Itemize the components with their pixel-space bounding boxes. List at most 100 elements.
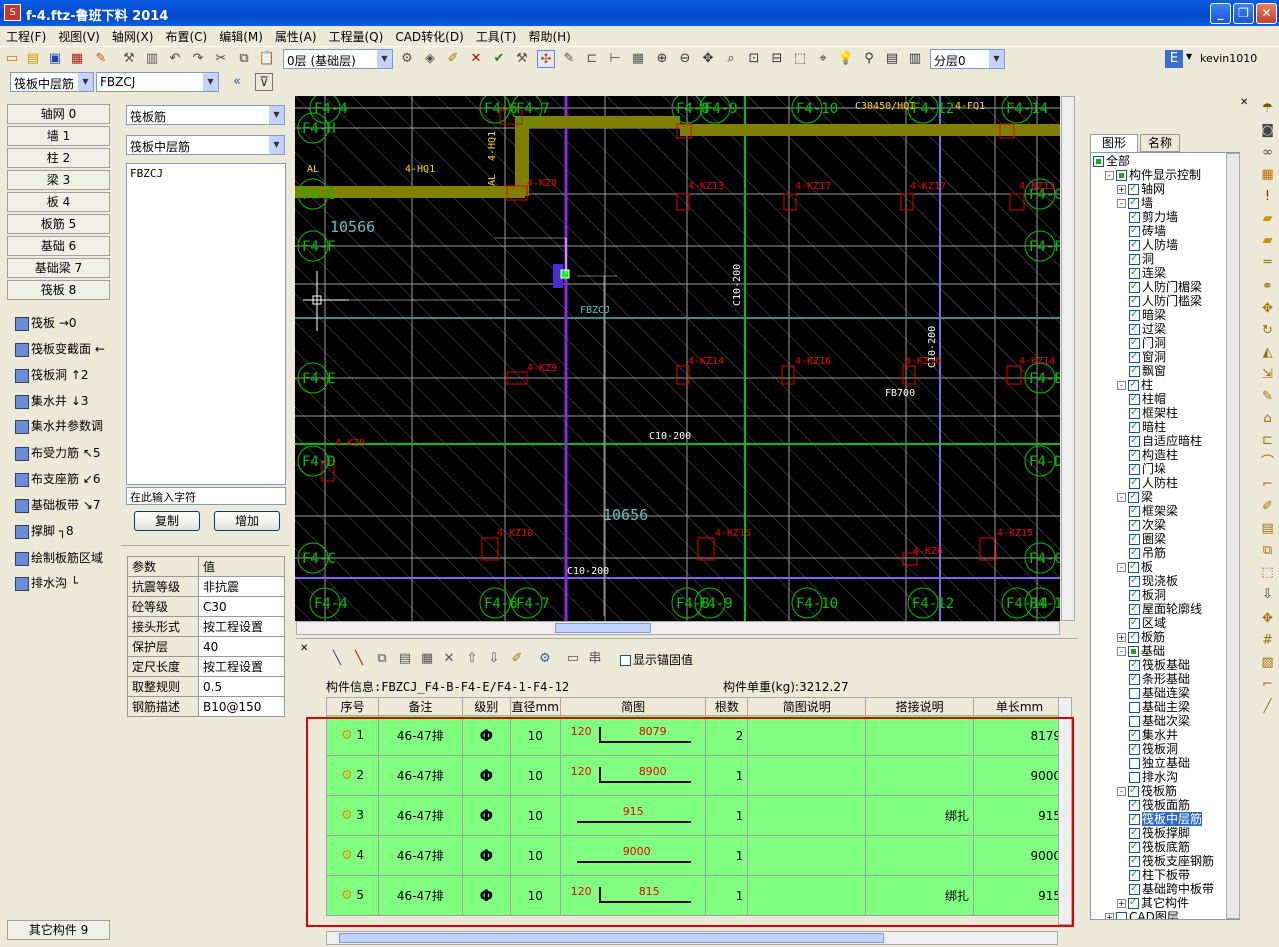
- grade-cell[interactable]: Φ: [461, 715, 511, 756]
- visibility-checkbox[interactable]: [1128, 630, 1139, 644]
- dim-icon[interactable]: ⊢: [606, 50, 624, 68]
- tree-node-label[interactable]: 吊筋: [1142, 546, 1166, 560]
- tree-node[interactable]: 门洞: [1129, 336, 1166, 350]
- tree-node-label[interactable]: 筏板底筋: [1142, 840, 1190, 854]
- column-header[interactable]: 级别: [461, 697, 511, 716]
- note-cell[interactable]: 46-47排: [377, 835, 463, 876]
- tree-node-label[interactable]: 暗梁: [1142, 308, 1166, 322]
- lap-cell[interactable]: 绑扎: [865, 875, 975, 916]
- count-cell[interactable]: 1: [705, 755, 749, 796]
- category-button[interactable]: 基础梁 7: [7, 258, 110, 278]
- mirror-icon[interactable]: ◭: [1259, 344, 1276, 361]
- raft-tool-item[interactable]: 集水井 ↓3: [15, 390, 89, 412]
- tree-node[interactable]: 砖墙: [1129, 224, 1166, 238]
- tree-node[interactable]: - 构件显示控制: [1105, 168, 1201, 182]
- tree-node[interactable]: 基础主梁: [1129, 700, 1190, 714]
- menu-item[interactable]: 帮助(H): [522, 26, 576, 47]
- visibility-checkbox[interactable]: [1129, 280, 1140, 294]
- visibility-checkbox[interactable]: [1129, 224, 1140, 238]
- tree-node-label[interactable]: 门垛: [1142, 462, 1166, 476]
- stretch-icon[interactable]: ✎: [1259, 388, 1276, 405]
- shape-desc-cell[interactable]: [747, 755, 867, 796]
- tree-node-label[interactable]: 人防门槛梁: [1142, 294, 1202, 308]
- category-select[interactable]: 筏板筋: [126, 105, 285, 125]
- row-number-cell[interactable]: ⚙ 5: [326, 875, 379, 916]
- tree-node[interactable]: 基础次梁: [1129, 714, 1190, 728]
- unit-length-cell[interactable]: 9000: [973, 835, 1066, 876]
- tree-node-label[interactable]: 屋面轮廓线: [1142, 602, 1202, 616]
- tree-node-label[interactable]: 基础跨中板带: [1142, 882, 1214, 896]
- layers-icon[interactable]: ▥: [143, 50, 161, 68]
- hatch-icon[interactable]: ▨: [1259, 654, 1276, 671]
- tree-node-label[interactable]: 筏板中层筋: [1142, 812, 1203, 826]
- tree-node[interactable]: 飘窗: [1129, 364, 1166, 378]
- category-button[interactable]: 筏板 8: [7, 280, 110, 300]
- tree-node-label[interactable]: 基础: [1141, 644, 1165, 658]
- visibility-checkbox[interactable]: [1129, 322, 1140, 336]
- unit-length-cell[interactable]: 9000: [973, 755, 1066, 796]
- scale-icon[interactable]: ⬚: [1259, 564, 1276, 581]
- shape-cell[interactable]: 9000: [559, 835, 707, 876]
- note-cell[interactable]: 46-47排: [377, 715, 463, 756]
- tree-node-label[interactable]: 人防柱: [1142, 476, 1178, 490]
- visibility-checkbox[interactable]: [1129, 742, 1140, 756]
- column-header[interactable]: 单长mm: [973, 697, 1066, 716]
- tree-node-label[interactable]: 洞: [1142, 252, 1154, 266]
- raft-tool-item[interactable]: 筏板变截面 ←: [15, 338, 105, 360]
- raft-tool-item[interactable]: 布支座筋 ↙6: [15, 468, 101, 490]
- paste-rebar-icon[interactable]: ▤: [396, 650, 414, 668]
- array-icon[interactable]: ▤: [1259, 520, 1276, 537]
- book-icon[interactable]: ▥: [906, 50, 924, 68]
- visibility-checkbox[interactable]: [1129, 658, 1140, 672]
- visibility-checkbox[interactable]: [1129, 294, 1140, 308]
- visibility-checkbox[interactable]: [1129, 392, 1140, 406]
- tree-node-label[interactable]: 构造柱: [1142, 448, 1178, 462]
- other-components-button[interactable]: 其它构件 9: [7, 920, 110, 940]
- copy-rebar-icon[interactable]: ⧉: [373, 650, 391, 668]
- layer-select[interactable]: 0层 (基础层): [283, 49, 393, 69]
- nodes-icon[interactable]: ⚭: [1259, 278, 1276, 295]
- raft-tool-item[interactable]: 筏板 →0: [15, 312, 77, 334]
- expand-toggle-icon[interactable]: -: [1117, 199, 1126, 208]
- settings-icon[interactable]: ⚙: [536, 650, 554, 668]
- row-number-cell[interactable]: ⚙ 2: [326, 755, 379, 796]
- tree-node-label[interactable]: 区域: [1142, 616, 1166, 630]
- table-vscrollbar[interactable]: [1058, 697, 1072, 925]
- category-button[interactable]: 板筋 5: [7, 214, 110, 234]
- category-button[interactable]: 轴网 0: [7, 104, 110, 124]
- grade-cell[interactable]: Φ: [461, 835, 511, 876]
- component-name-select[interactable]: FBZCJ: [96, 72, 219, 92]
- raft-tool-item[interactable]: 布受力筋 ↖5: [15, 442, 101, 464]
- crosshair-icon[interactable]: ⌖: [814, 50, 832, 68]
- diameter-cell[interactable]: 10: [509, 795, 561, 836]
- tree-node[interactable]: 板洞: [1129, 588, 1166, 602]
- row-number-cell[interactable]: ⚙ 3: [326, 795, 379, 836]
- tree-node[interactable]: 人防门楣梁: [1129, 280, 1202, 294]
- raft-tool-item[interactable]: 筏板洞 ↑2: [15, 364, 89, 386]
- param-value[interactable]: C30: [198, 596, 285, 617]
- menu-item[interactable]: CAD转化(D): [389, 26, 469, 47]
- tree-node-label[interactable]: 全部: [1106, 154, 1130, 168]
- table-row[interactable]: ⚙ 5 46-47排 Φ 10 120 815 1 绑扎 915: [326, 875, 1066, 916]
- visibility-checkbox[interactable]: [1129, 350, 1140, 364]
- visibility-checkbox[interactable]: [1129, 210, 1140, 224]
- open-icon[interactable]: ▤: [24, 50, 42, 68]
- tree-node[interactable]: 条形基础: [1129, 672, 1190, 686]
- copy-button[interactable]: 复制: [134, 511, 200, 531]
- visibility-checkbox[interactable]: [1128, 196, 1139, 210]
- tree-node[interactable]: 集水井: [1129, 728, 1178, 742]
- tree-node[interactable]: 框架柱: [1129, 406, 1178, 420]
- visibility-checkbox[interactable]: [1128, 378, 1139, 392]
- category-button[interactable]: 墙 1: [7, 126, 110, 146]
- tag-icon[interactable]: ◈: [421, 50, 439, 68]
- table-scroll-thumb[interactable]: [339, 933, 884, 943]
- align-icon[interactable]: ⊏: [583, 50, 601, 68]
- visibility-checkbox[interactable]: [1116, 170, 1127, 181]
- table-row[interactable]: ⚙ 4 46-47排 Φ 10 9000 1 9000: [326, 835, 1066, 876]
- column-header[interactable]: 简图说明: [747, 697, 867, 716]
- lap-cell[interactable]: [865, 835, 975, 876]
- select-icon[interactable]: ✣: [537, 50, 555, 68]
- tree-node-label[interactable]: 梁: [1141, 490, 1153, 504]
- tree-node[interactable]: 基础跨中板带: [1129, 882, 1214, 896]
- shape-cell[interactable]: 915: [559, 795, 707, 836]
